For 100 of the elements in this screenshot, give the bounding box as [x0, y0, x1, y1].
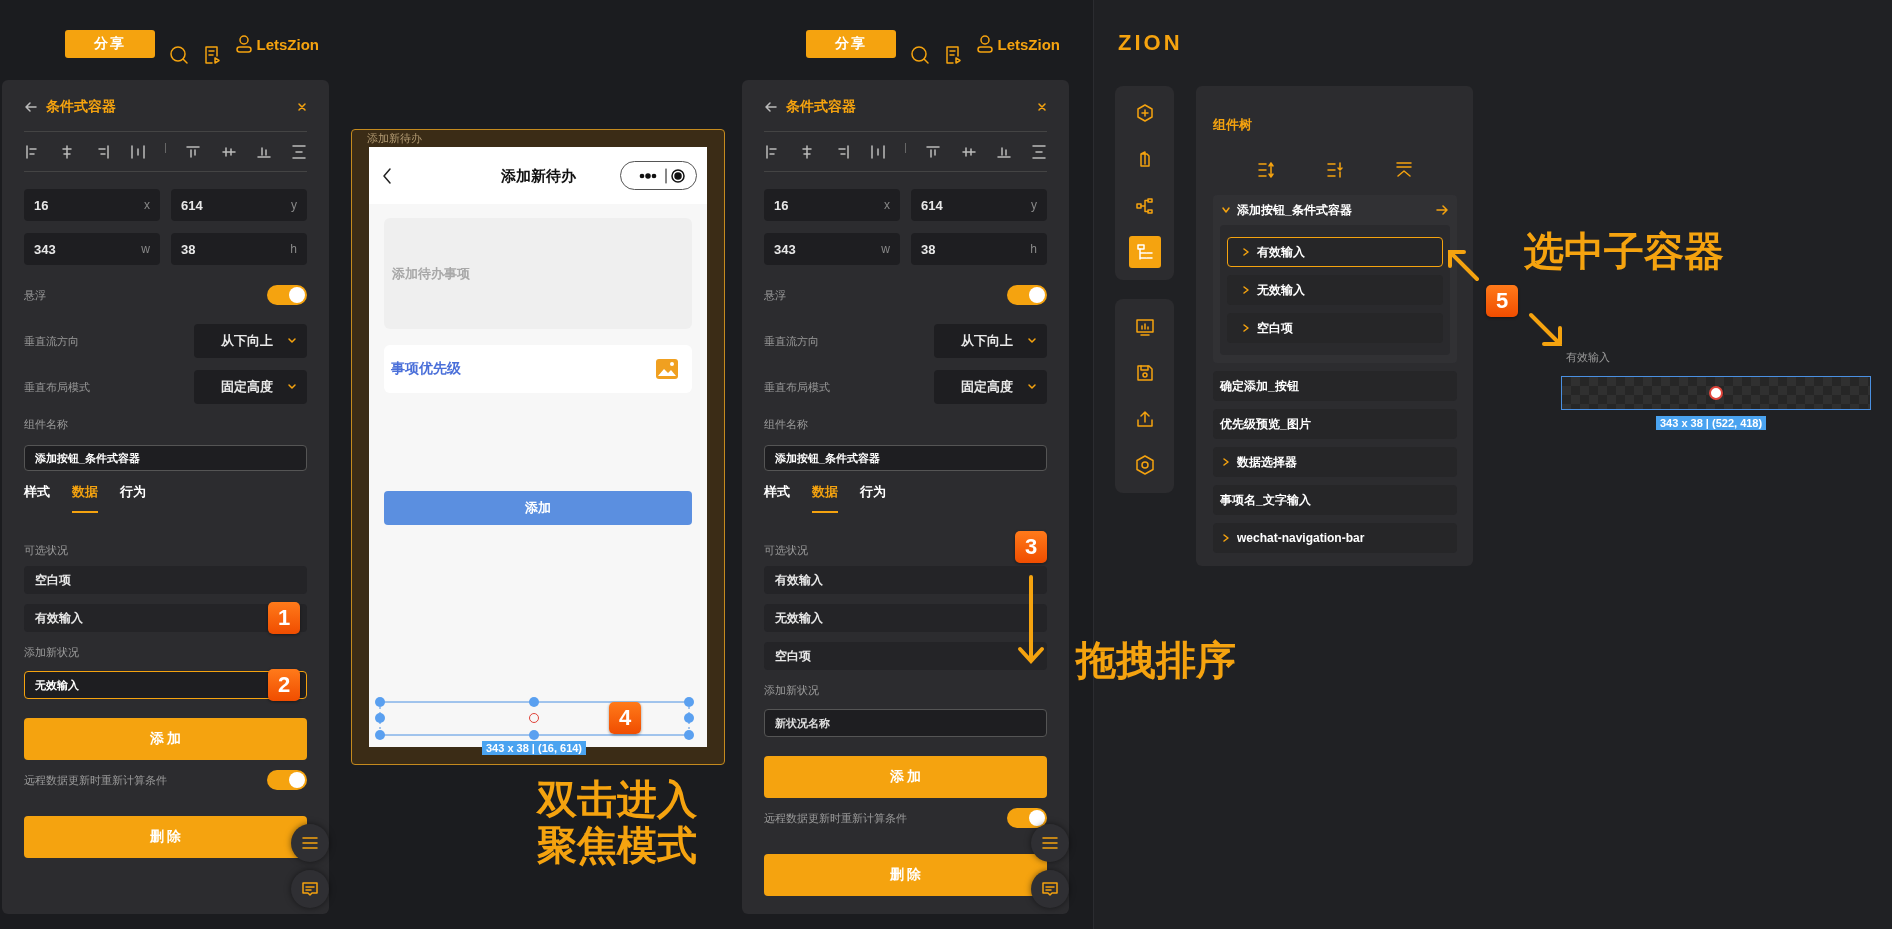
tree-button[interactable] — [1128, 236, 1161, 268]
align-left-icon — [24, 144, 40, 160]
toggle-switch[interactable] — [267, 770, 307, 790]
step-badge: 4 — [609, 702, 641, 734]
toggle-switch[interactable] — [267, 285, 307, 305]
align-bottom-icon — [995, 144, 1012, 160]
caret-icon — [287, 337, 297, 345]
tree-item[interactable]: 空白项 — [1227, 313, 1443, 343]
step-badge: 5 — [1486, 285, 1518, 317]
flowchart-icon — [1133, 195, 1156, 217]
number-field[interactable]: 614 y — [171, 189, 307, 221]
align-top-icon — [925, 144, 942, 160]
chevron-icon[interactable] — [1242, 285, 1250, 295]
menu-button[interactable] — [291, 824, 329, 862]
distribute-horizontal-icon — [869, 144, 886, 160]
size-label: 343 x 38 | (16, 614) — [482, 741, 587, 755]
page-title: 添加新待办 — [500, 167, 576, 186]
annotation-text: 选中子容器 — [1524, 228, 1724, 274]
username-link[interactable]: LetsZion — [256, 35, 319, 53]
preview-label: 有效输入 — [1566, 350, 1610, 365]
image-icon — [656, 359, 678, 379]
back-arrow-icon — [764, 100, 778, 114]
collapse-icon — [1395, 160, 1414, 180]
toggle-switch[interactable] — [1007, 808, 1047, 828]
tree-item[interactable]: 事项名_文字输入 — [1213, 485, 1457, 515]
name-field[interactable]: 添加按钮_条件式容器 — [24, 445, 307, 471]
step-badge: 1 — [268, 602, 300, 634]
tree-item[interactable]: 数据选择器 — [1213, 447, 1457, 477]
state-item[interactable]: 空白项 — [764, 642, 1047, 670]
align-bottom-icon — [255, 144, 272, 160]
tree-item[interactable]: 无效输入 — [1227, 275, 1443, 305]
caret-icon — [287, 383, 297, 391]
anchor-dot — [1709, 386, 1723, 400]
section-label: 可选状况 — [24, 544, 68, 556]
state-item[interactable]: 有效输入 1 — [24, 604, 307, 632]
step-badge: 2 — [268, 669, 300, 701]
field-label: 组件名称 — [764, 417, 809, 432]
search-icon — [909, 45, 930, 65]
toggle-label: 远程数据更新时重新计算条件 — [764, 810, 907, 826]
priority-label: 事项优先级 — [391, 360, 461, 378]
annotation-text: 聚焦模式 — [537, 822, 697, 868]
document-play-icon — [943, 45, 962, 65]
annotation-text: 拖拽排序 — [1076, 637, 1236, 683]
tree-item[interactable]: wechat-navigation-bar — [1213, 523, 1457, 553]
dashboard-icon — [1133, 316, 1156, 338]
section-label: 可选状况 — [764, 544, 808, 556]
toggle-switch[interactable] — [1007, 285, 1047, 305]
list-order-icon — [1326, 160, 1344, 180]
tab[interactable]: 数据 — [812, 481, 838, 513]
chevron-icon[interactable] — [1222, 533, 1230, 543]
number-field[interactable]: 16 x — [24, 189, 160, 221]
annotation-text: 双击进入 — [537, 776, 697, 822]
chevron-icon[interactable] — [1242, 247, 1250, 257]
tree-item[interactable]: 有效输入 — [1227, 237, 1443, 267]
state-item[interactable]: 空白项 — [24, 566, 307, 594]
tree-item[interactable]: 确定添加_按钮 — [1213, 371, 1457, 401]
toggle-label: 悬浮 — [24, 287, 46, 303]
number-field[interactable]: 16 x — [764, 189, 900, 221]
panel-title: 组件树 — [1213, 116, 1253, 132]
chat-button[interactable] — [291, 870, 329, 908]
align-middle-icon — [220, 144, 237, 160]
tab[interactable]: 行为 — [120, 481, 146, 513]
chat-button[interactable] — [1031, 870, 1069, 908]
chat-icon — [301, 880, 319, 898]
tab[interactable]: 样式 — [764, 481, 790, 513]
settings-icon — [1133, 454, 1156, 476]
menu-button[interactable] — [1031, 824, 1069, 862]
menu-icon — [1041, 835, 1059, 851]
search-icon — [168, 45, 189, 65]
tab[interactable]: 数据 — [72, 481, 98, 513]
state-item[interactable]: 无效输入 — [764, 604, 1047, 632]
number-field[interactable]: 343 w — [24, 233, 160, 265]
chevron-icon[interactable] — [1222, 457, 1230, 467]
chevron-icon[interactable] — [1242, 323, 1250, 333]
logo: ZION — [1118, 30, 1184, 56]
number-field[interactable]: 38 h — [171, 233, 307, 265]
dropdown[interactable]: 固定高度 — [934, 370, 1047, 404]
transparent-container-preview[interactable] — [1561, 376, 1871, 410]
state-name-field[interactable]: 新状况名称 — [764, 709, 1047, 737]
frame-label: 添加新待办 — [367, 131, 422, 146]
panel-title: 条件式容器 — [786, 98, 857, 116]
dropdown[interactable]: 固定高度 — [194, 370, 307, 404]
tab[interactable]: 样式 — [24, 481, 50, 513]
section-label: 添加新状况 — [764, 683, 820, 698]
state-item[interactable]: 有效输入 — [764, 566, 1047, 594]
priority-card[interactable]: 事项优先级 — [384, 345, 692, 393]
chevron-icon[interactable] — [1221, 206, 1231, 214]
dropdown[interactable]: 从下向上 — [934, 324, 1047, 358]
selection-box-drawing[interactable] — [374, 696, 695, 741]
capsule-button[interactable] — [620, 161, 697, 190]
tree-item[interactable]: 添加按钮_条件式容器 — [1213, 195, 1457, 225]
tree-item[interactable]: 优先级预览_图片 — [1213, 409, 1457, 439]
tab[interactable]: 行为 — [860, 481, 886, 513]
sort-list-icon — [1256, 160, 1275, 180]
number-field[interactable]: 614 y — [911, 189, 1047, 221]
name-field[interactable]: 添加按钮_条件式容器 — [764, 445, 1047, 471]
username-link[interactable]: LetsZion — [997, 35, 1060, 53]
dropdown[interactable]: 从下向上 — [194, 324, 307, 358]
number-field[interactable]: 38 h — [911, 233, 1047, 265]
number-field[interactable]: 343 w — [764, 233, 900, 265]
